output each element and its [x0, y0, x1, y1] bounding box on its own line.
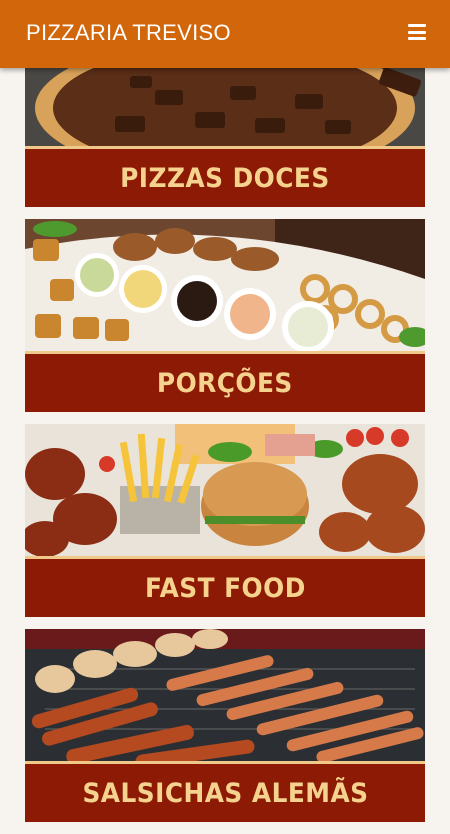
category-banner: PIZZAS DOCES — [25, 146, 425, 207]
appetizer-platter-image — [25, 219, 425, 351]
hamburger-menu-icon[interactable] — [408, 24, 426, 40]
category-card-salsichas-alemas[interactable]: SALSICHAS ALEMÃS — [25, 629, 425, 822]
category-banner: FAST FOOD — [25, 556, 425, 617]
category-card-porcoes[interactable]: PORÇÕES — [25, 219, 425, 412]
category-label: SALSICHAS ALEMÃS — [81, 777, 369, 809]
category-card-fast-food[interactable]: FAST FOOD — [25, 424, 425, 617]
category-card-pizzas-doces[interactable]: PIZZAS DOCES — [25, 68, 425, 207]
category-banner: SALSICHAS ALEMÃS — [25, 761, 425, 822]
app-title: PIZZARIA TREVISO — [26, 20, 231, 45]
fast-food-image — [25, 424, 425, 556]
category-banner: PORÇÕES — [25, 351, 425, 412]
app-header: PIZZARIA TREVISO — [0, 0, 450, 68]
category-label: PIZZAS DOCES — [120, 162, 330, 194]
category-label: PORÇÕES — [157, 367, 293, 399]
category-label: FAST FOOD — [144, 572, 306, 604]
chocolate-pizza-image — [25, 68, 425, 146]
sausages-grill-image — [25, 629, 425, 761]
category-list: PIZZAS DOCES PORÇÕES FAST FOOD SALSICHAS… — [25, 68, 425, 834]
